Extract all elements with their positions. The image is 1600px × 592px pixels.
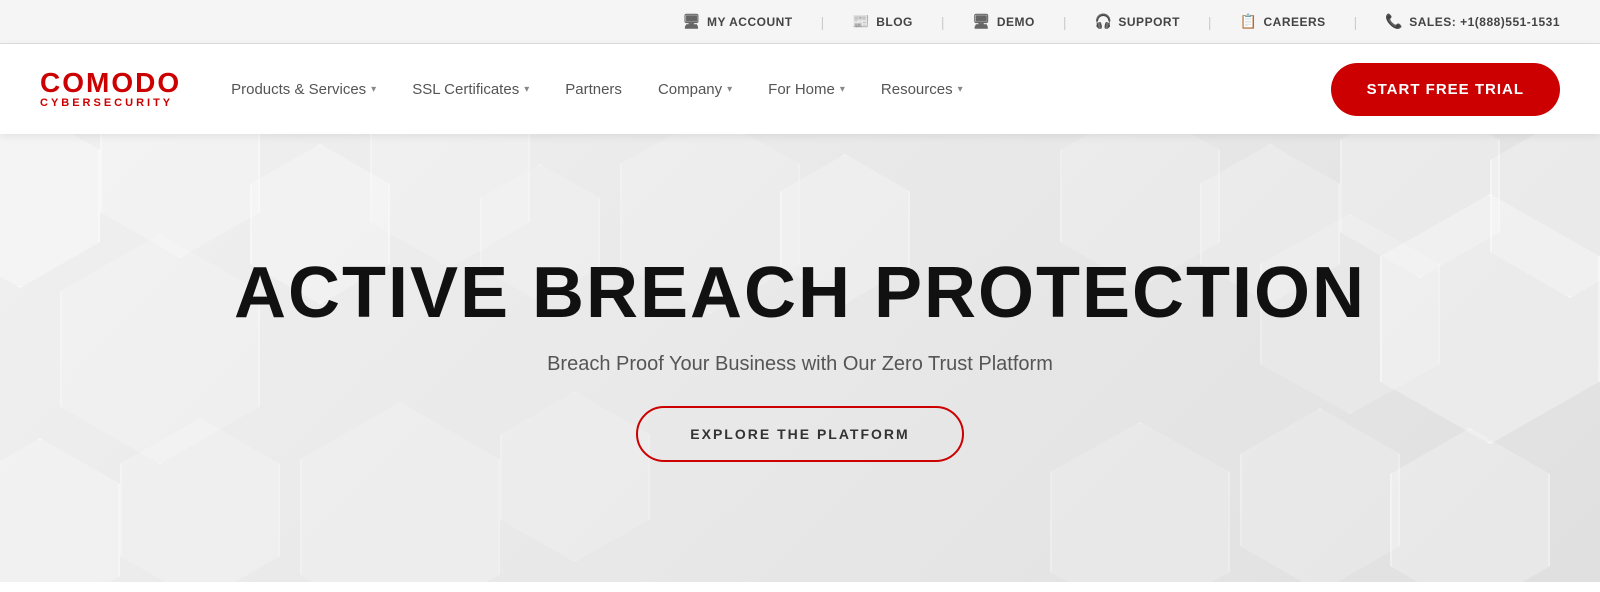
top-bar-demo[interactable]: 🖥 DEMO	[973, 13, 1035, 30]
nav-ssl-certificates[interactable]: SSL Certificates ▾	[412, 81, 529, 98]
top-bar-blog[interactable]: 📰 BLOG	[852, 13, 913, 30]
hero-subtitle: Breach Proof Your Business with Our Zero…	[547, 353, 1053, 376]
hero-title: ACTIVE BREACH PROTECTION	[234, 254, 1366, 333]
logo-comodo: COMODO	[40, 69, 181, 97]
nav-partners[interactable]: Partners	[565, 81, 622, 98]
nav-company[interactable]: Company ▾	[658, 81, 732, 98]
nav-items: Products & Services ▾ SSL Certificates ▾…	[231, 81, 1311, 98]
nav-products-services[interactable]: Products & Services ▾	[231, 81, 376, 98]
top-bar-my-account[interactable]: 🖥 MY ACCOUNT	[683, 13, 793, 30]
hero-section: ACTIVE BREACH PROTECTION Breach Proof Yo…	[0, 134, 1600, 582]
company-chevron-icon: ▾	[727, 84, 732, 95]
demo-icon: 🖥	[973, 13, 991, 30]
top-bar-support[interactable]: 🎧 SUPPORT	[1094, 13, 1179, 30]
logo[interactable]: COMODO CYBERSECURITY	[40, 69, 181, 109]
main-nav: COMODO CYBERSECURITY Products & Services…	[0, 44, 1600, 134]
nav-for-home[interactable]: For Home ▾	[768, 81, 845, 98]
top-bar-sales[interactable]: 📞 SALES: +1(888)551-1531	[1385, 13, 1560, 30]
my-account-icon: 🖥	[683, 13, 701, 30]
products-chevron-icon: ▾	[371, 84, 376, 95]
for-home-chevron-icon: ▾	[840, 84, 845, 95]
phone-icon: 📞	[1385, 13, 1403, 30]
blog-icon: 📰	[852, 13, 870, 30]
explore-platform-button[interactable]: EXPLORE THE PLATFORM	[636, 406, 963, 462]
resources-chevron-icon: ▾	[958, 84, 963, 95]
hero-content: ACTIVE BREACH PROTECTION Breach Proof Yo…	[234, 254, 1366, 462]
support-icon: 🎧	[1094, 13, 1112, 30]
top-bar-careers[interactable]: 📋 CAREERS	[1240, 13, 1326, 30]
start-free-trial-button[interactable]: START FREE TRIAL	[1331, 63, 1560, 116]
careers-icon: 📋	[1240, 13, 1258, 30]
ssl-chevron-icon: ▾	[524, 84, 529, 95]
nav-resources[interactable]: Resources ▾	[881, 81, 963, 98]
logo-cybersecurity: CYBERSECURITY	[40, 97, 181, 109]
top-bar: 🖥 MY ACCOUNT | 📰 BLOG | 🖥 DEMO | 🎧 SUPPO…	[0, 0, 1600, 44]
